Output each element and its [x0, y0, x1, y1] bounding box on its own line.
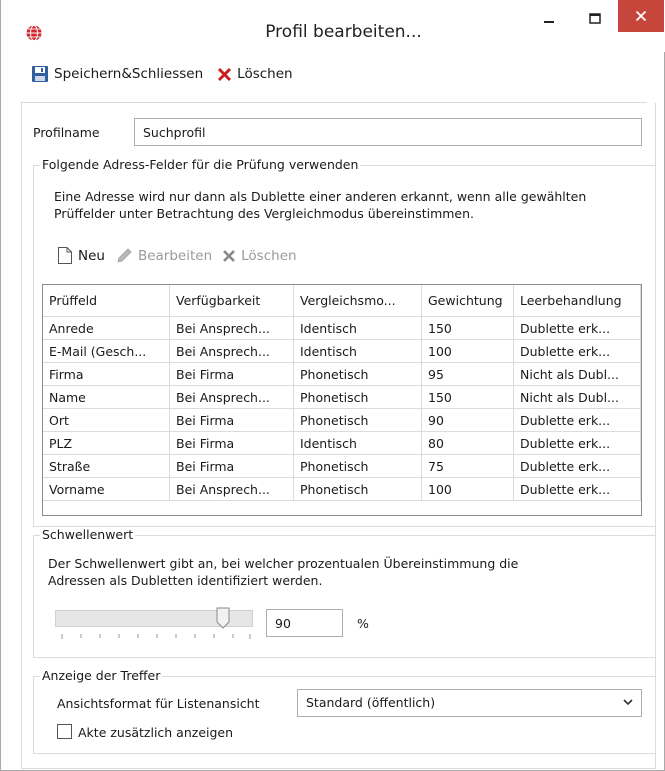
- cell-leerbehandlung: Dublette erk...: [514, 478, 641, 501]
- cell-verfuegbarkeit: Bei Ansprech...: [170, 478, 294, 501]
- edit-field-button[interactable]: Bearbeiten: [115, 247, 212, 265]
- table-row[interactable]: Straße Bei Firma Phonetisch 75 Dublette erk.…: [43, 455, 641, 478]
- cell-prueffeld: Anrede: [43, 317, 170, 340]
- cell-prueffeld: PLZ: [43, 432, 170, 455]
- cell-gewichtung: 75: [422, 455, 514, 478]
- table-row[interactable]: Firma Bei Firma Phonetisch 95 Nicht als Dubl…: [43, 363, 641, 386]
- cell-vergleichsmodus: Identisch: [294, 432, 422, 455]
- column-header-prueffeld[interactable]: Prüffeld: [43, 285, 170, 317]
- show-file-label: Akte zusätzlich anzeigen: [78, 725, 234, 740]
- format-select-value: Standard (öffentlich): [306, 695, 436, 710]
- gray-x-icon: [223, 249, 236, 262]
- cell-gewichtung: 100: [422, 340, 514, 363]
- threshold-description-line2: Adressen als Dubletten identifiziert wer…: [48, 573, 323, 588]
- cell-gewichtung: 100: [422, 478, 514, 501]
- minimize-icon: [544, 21, 554, 23]
- cell-vergleichsmodus: Identisch: [294, 317, 422, 340]
- fields-table: Prüffeld Verfügbarkeit Vergleichsmo... G…: [42, 284, 642, 516]
- cell-leerbehandlung: Nicht als Dubl...: [514, 363, 641, 386]
- table-row[interactable]: Name Bei Ansprech... Phonetisch 150 Nicht al…: [43, 386, 641, 409]
- threshold-description-line1: Der Schwellenwert gibt an, bei welcher p…: [48, 556, 519, 571]
- format-label: Ansichtsformat für Listenansicht: [57, 696, 260, 711]
- maximize-button[interactable]: [572, 0, 618, 38]
- cell-verfuegbarkeit: Bei Ansprech...: [170, 386, 294, 409]
- fields-description-line1: Eine Adresse wird nur dann als Dublette …: [54, 189, 587, 204]
- edit-field-label: Bearbeiten: [137, 247, 213, 264]
- cell-prueffeld: E-Mail (Gesch...: [43, 340, 170, 363]
- red-x-icon: [218, 67, 232, 81]
- chevron-down-icon: [623, 699, 633, 706]
- cell-vergleichsmodus: Identisch: [294, 340, 422, 363]
- fields-group-title: Folgende Adress-Felder für die Prüfung v…: [40, 157, 361, 172]
- title-bar: Profil bearbeiten...: [1, 0, 665, 52]
- floppy-disk-icon: [32, 66, 48, 82]
- cell-vergleichsmodus: Phonetisch: [294, 386, 422, 409]
- cell-verfuegbarkeit: Bei Ansprech...: [170, 340, 294, 363]
- cell-verfuegbarkeit: Bei Firma: [170, 455, 294, 478]
- save-close-label: Speichern&Schliessen: [54, 66, 204, 82]
- close-icon: [635, 10, 647, 22]
- format-select[interactable]: Standard (öffentlich): [297, 689, 642, 717]
- cell-vergleichsmodus: Phonetisch: [294, 455, 422, 478]
- cell-leerbehandlung: Dublette erk...: [514, 409, 641, 432]
- table-row[interactable]: Ort Bei Firma Phonetisch 90 Dublette erk...: [43, 409, 641, 432]
- cell-leerbehandlung: Dublette erk...: [514, 455, 641, 478]
- table-row[interactable]: Anrede Bei Ansprech... Identisch 150 Dublett…: [43, 317, 641, 340]
- cell-vergleichsmodus: Phonetisch: [294, 409, 422, 432]
- new-field-button[interactable]: Neu: [57, 246, 105, 265]
- cell-leerbehandlung: Dublette erk...: [514, 317, 641, 340]
- cell-leerbehandlung: Nicht als Dubl...: [514, 386, 641, 409]
- threshold-value-input[interactable]: [266, 609, 343, 637]
- cell-gewichtung: 90: [422, 409, 514, 432]
- new-field-label: Neu: [78, 247, 105, 264]
- cell-gewichtung: 80: [422, 432, 514, 455]
- profile-name-input[interactable]: [134, 118, 642, 146]
- threshold-unit: %: [357, 616, 369, 631]
- dialog-window: Profil bearbeiten... Speichern&Schliesse…: [0, 0, 665, 771]
- new-document-icon: [58, 247, 72, 264]
- delete-field-label: Löschen: [241, 247, 297, 264]
- fields-toolbar: Neu Bearbeiten Löschen: [57, 246, 307, 265]
- column-header-gewichtung[interactable]: Gewichtung: [422, 285, 514, 317]
- table-row[interactable]: Vorname Bei Ansprech... Phonetisch 100 Duble…: [43, 478, 641, 501]
- cell-verfuegbarkeit: Bei Firma: [170, 363, 294, 386]
- maximize-icon: [589, 13, 601, 24]
- cell-gewichtung: 95: [422, 363, 514, 386]
- show-file-checkbox[interactable]: [57, 724, 72, 739]
- cell-prueffeld: Straße: [43, 455, 170, 478]
- minimize-button[interactable]: [526, 0, 572, 38]
- cell-leerbehandlung: Dublette erk...: [514, 340, 641, 363]
- table-row[interactable]: E-Mail (Gesch... Bei Ansprech... Identisch…: [43, 340, 641, 363]
- cell-verfuegbarkeit: Bei Firma: [170, 409, 294, 432]
- cell-prueffeld: Ort: [43, 409, 170, 432]
- threshold-group-title: Schwellenwert: [40, 527, 136, 542]
- slider-ticks: [61, 634, 251, 639]
- delete-profile-label: Löschen: [237, 66, 293, 82]
- cell-leerbehandlung: Dublette erk...: [514, 432, 641, 455]
- cell-verfuegbarkeit: Bei Ansprech...: [170, 317, 294, 340]
- column-header-verfuegbarkeit[interactable]: Verfügbarkeit: [170, 285, 294, 317]
- column-header-vergleichsmodus[interactable]: Vergleichsmo...: [294, 285, 422, 317]
- save-close-button[interactable]: Speichern&Schliessen: [31, 65, 203, 83]
- fields-description-line2: Prüffelder unter Betrachtung des Verglei…: [54, 206, 475, 221]
- column-header-leerbehandlung[interactable]: Leerbehandlung: [514, 285, 641, 317]
- cell-vergleichsmodus: Phonetisch: [294, 478, 422, 501]
- table-row[interactable]: PLZ Bei Firma Identisch 80 Dublette erk...: [43, 432, 641, 455]
- delete-profile-button[interactable]: Löschen: [217, 66, 293, 82]
- cell-prueffeld: Name: [43, 386, 170, 409]
- cell-verfuegbarkeit: Bei Firma: [170, 432, 294, 455]
- cell-prueffeld: Vorname: [43, 478, 170, 501]
- display-group-title: Anzeige der Treffer: [40, 668, 163, 683]
- cell-vergleichsmodus: Phonetisch: [294, 363, 422, 386]
- cell-gewichtung: 150: [422, 317, 514, 340]
- close-button[interactable]: [618, 0, 664, 32]
- cell-prueffeld: Firma: [43, 363, 170, 386]
- table-header: Prüffeld Verfügbarkeit Vergleichsmo... G…: [43, 285, 641, 317]
- delete-field-button[interactable]: Löschen: [222, 247, 297, 264]
- slider-thumb[interactable]: [216, 607, 230, 629]
- main-toolbar: Speichern&Schliessen Löschen: [31, 62, 307, 86]
- pencil-icon: [117, 247, 132, 263]
- cell-gewichtung: 150: [422, 386, 514, 409]
- profile-name-label: Profilname: [33, 125, 100, 140]
